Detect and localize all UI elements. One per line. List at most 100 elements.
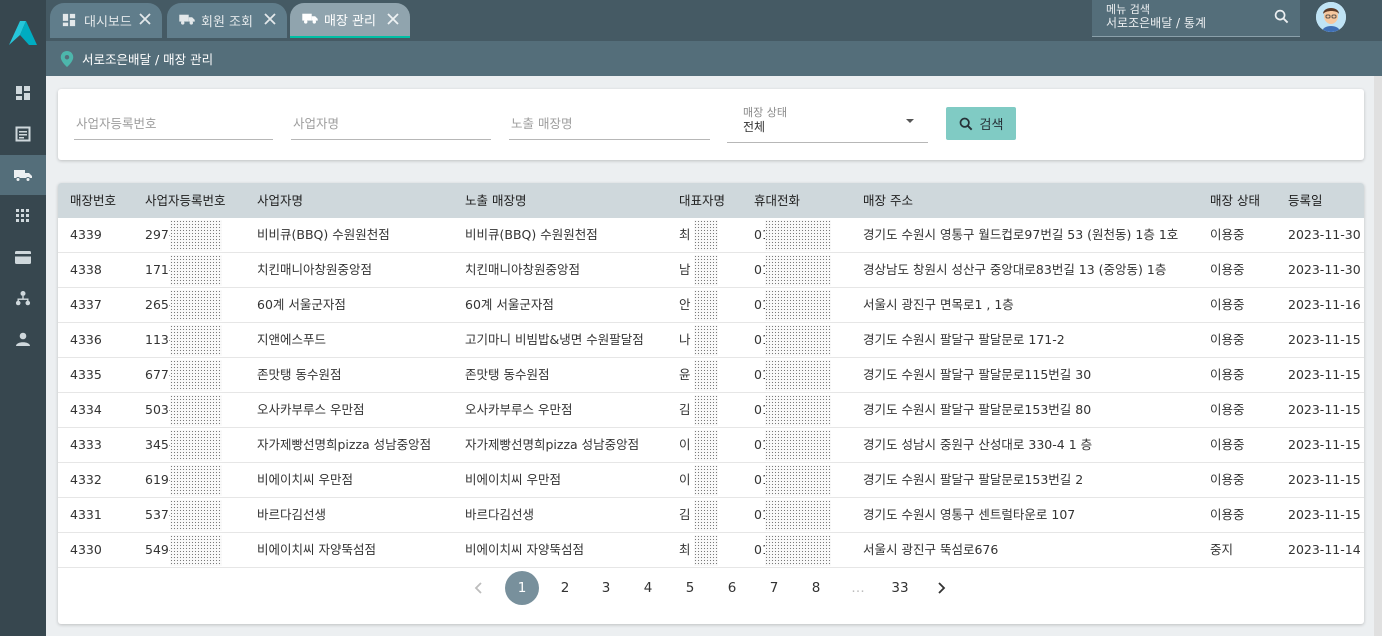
breadcrumb: 서로조은배달 / 매장 관리 <box>46 41 1382 76</box>
table-row[interactable]: 4331 537- 바르다김선생 바르다김선생 김 01 경기도 수원시 영통구 센트럴타운… <box>58 498 1364 533</box>
cell-date: 2023-11-15 <box>1288 402 1361 417</box>
redaction-mask <box>694 500 718 531</box>
scrollbar[interactable] <box>1374 76 1382 636</box>
sidebar-item-card[interactable] <box>0 237 46 277</box>
table-row[interactable]: 4339 297- 비비큐(BBQ) 수원원천점 비비큐(BBQ) 수원원천점 최 01 경… <box>58 218 1364 253</box>
search-button[interactable]: 검색 <box>946 107 1016 140</box>
table-row[interactable]: 4334 503- 오사카부루스 우만점 오사카부루스 우만점 김 01 경기도 수원시 팔… <box>58 393 1364 428</box>
cell-store-no: 4337 <box>70 297 102 312</box>
cell-address: 경기도 수원시 영통구 센트럴타운로 107 <box>863 507 1076 522</box>
biz-reg-no-input[interactable]: 사업자등록번호 <box>74 113 273 140</box>
page-button[interactable]: 8 <box>799 571 833 605</box>
table-row[interactable]: 4337 265- 60계 서울군자점 60계 서울군자점 안 01 서울시 광진구 면목로… <box>58 288 1364 323</box>
column-header-display-name[interactable]: 노출 매장명 <box>465 183 526 218</box>
page-button[interactable]: 5 <box>673 571 707 605</box>
page-button[interactable]: 3 <box>589 571 623 605</box>
column-header-biz-name[interactable]: 사업자명 <box>257 183 303 218</box>
table-row[interactable]: 4335 677- 존맛탱 동수원점 존맛탱 동수원점 윤 01 경기도 수원시 팔달구 팔… <box>58 358 1364 393</box>
caret-down-icon <box>906 119 914 123</box>
redaction-mask <box>170 255 222 286</box>
cell-date: 2023-11-30 <box>1288 262 1361 277</box>
table-row[interactable]: 4338 171- 치킨매니아창원중앙점 치킨매니아창원중앙점 남 01 경상남도 창원시 … <box>58 253 1364 288</box>
sidebar-item-dashboard[interactable] <box>0 73 46 113</box>
biz-name-input[interactable]: 사업자명 <box>291 113 491 140</box>
filter-panel: 사업자등록번호 사업자명 노출 매장명 매장 상태 전체 검색 <box>58 89 1364 160</box>
redaction-mask <box>694 290 718 321</box>
cell-date: 2023-11-15 <box>1288 367 1361 382</box>
cell-display-name: 비에이치씨 우만점 <box>465 472 561 487</box>
cell-owner: 이 <box>679 437 691 452</box>
column-header-owner[interactable]: 대표자명 <box>679 183 725 218</box>
cell-address: 서울시 광진구 면목로1 , 1층 <box>863 297 1014 312</box>
store-display-name-input[interactable]: 노출 매장명 <box>509 113 710 140</box>
redaction-mask <box>170 395 222 426</box>
column-header-store-no[interactable]: 매장번호 <box>70 183 116 218</box>
column-header-biz-reg-no[interactable]: 사업자등록번호 <box>145 183 226 218</box>
sidebar-item-user[interactable] <box>0 319 46 359</box>
cell-owner: 최 <box>679 227 691 242</box>
redaction-mask <box>694 395 718 426</box>
column-header-status[interactable]: 매장 상태 <box>1210 183 1260 218</box>
cell-store-no: 4335 <box>70 367 102 382</box>
cell-address: 경기도 수원시 팔달구 팔달문로115번길 30 <box>863 367 1092 382</box>
tab-dashboard[interactable]: 대시보드 <box>50 3 162 38</box>
cell-status: 이용중 <box>1210 472 1245 487</box>
page-button[interactable]: 7 <box>757 571 791 605</box>
page-button[interactable]: 2 <box>548 571 582 605</box>
redaction-mask <box>694 255 718 286</box>
column-header-address[interactable]: 매장 주소 <box>863 183 913 218</box>
page-button[interactable]: 6 <box>715 571 749 605</box>
tab-label: 매장 관리 <box>324 14 376 29</box>
column-header-phone[interactable]: 휴대전화 <box>754 183 800 218</box>
sidebar-item-grid[interactable] <box>0 196 46 236</box>
sidebar-item-list[interactable] <box>0 114 46 154</box>
breadcrumb-text: 서로조은배달 / 매장 관리 <box>82 52 214 67</box>
cell-store-no: 4338 <box>70 262 102 277</box>
truck-icon <box>14 170 32 182</box>
avatar[interactable] <box>1316 2 1346 32</box>
sidebar-item-store[interactable] <box>0 155 46 195</box>
column-header-date[interactable]: 등록일 <box>1288 183 1323 218</box>
close-icon[interactable] <box>263 12 279 28</box>
table-row[interactable]: 4333 345- 자가제빵선명희pizza 성남중앙점 자가제빵선명희pizza 성… <box>58 428 1364 463</box>
cell-owner: 남 <box>679 262 691 277</box>
table-row[interactable]: 4336 113- 지앤에스푸드 고기마니 비빔밥&냉면 수원팔달점 나 01 경기도 수원… <box>58 323 1364 358</box>
app-logo[interactable] <box>0 0 46 66</box>
page-button[interactable]: 1 <box>505 571 539 605</box>
cell-display-name: 존맛탱 동수원점 <box>465 367 550 382</box>
person-icon <box>16 332 30 346</box>
logo-icon <box>9 21 37 45</box>
cell-status: 이용중 <box>1210 437 1245 452</box>
next-page-icon[interactable] <box>933 580 949 596</box>
close-icon[interactable] <box>386 12 402 28</box>
cell-date: 2023-11-15 <box>1288 472 1361 487</box>
tab-member-lookup[interactable]: 회원 조회 <box>167 3 287 38</box>
cell-status: 이용중 <box>1210 262 1245 277</box>
store-status-select[interactable]: 매장 상태 전체 <box>727 106 928 143</box>
truck-icon <box>302 12 318 28</box>
redaction-mask <box>765 395 831 426</box>
cell-address: 경기도 수원시 팔달구 팔달문로153번길 2 <box>863 472 1084 487</box>
redaction-mask <box>694 465 718 496</box>
close-icon[interactable] <box>138 12 154 28</box>
cell-owner: 나 <box>679 332 691 347</box>
redaction-mask <box>765 255 831 286</box>
page-button[interactable]: 4 <box>631 571 665 605</box>
page-button[interactable]: 33 <box>883 571 917 605</box>
redaction-mask <box>694 430 718 461</box>
redaction-mask <box>170 360 222 391</box>
sidebar-item-org[interactable] <box>0 278 46 318</box>
table-row[interactable]: 4332 619- 비에이치씨 우만점 비에이치씨 우만점 이 01 경기도 수원시 팔달구… <box>58 463 1364 498</box>
cell-address: 서울시 광진구 뚝섬로676 <box>863 542 999 557</box>
redaction-mask <box>765 325 831 356</box>
cell-status: 이용중 <box>1210 332 1245 347</box>
redaction-mask <box>170 535 222 566</box>
menu-search-input[interactable]: 메뉴 검색 서로조은배달 / 통계 <box>1092 0 1300 37</box>
prev-page-icon[interactable] <box>471 580 487 596</box>
tab-store-management[interactable]: 매장 관리 <box>290 3 410 38</box>
table-row[interactable]: 4330 549- 비에이치씨 자양뚝섬점 비에이치씨 자양뚝섬점 최 01 서울시 광진구… <box>58 533 1364 568</box>
search-icon[interactable] <box>1274 9 1290 25</box>
cell-biz-name: 60계 서울군자점 <box>257 297 346 312</box>
list-icon <box>15 126 31 142</box>
cell-display-name: 자가제빵선명희pizza 성남중앙점 <box>465 437 640 452</box>
